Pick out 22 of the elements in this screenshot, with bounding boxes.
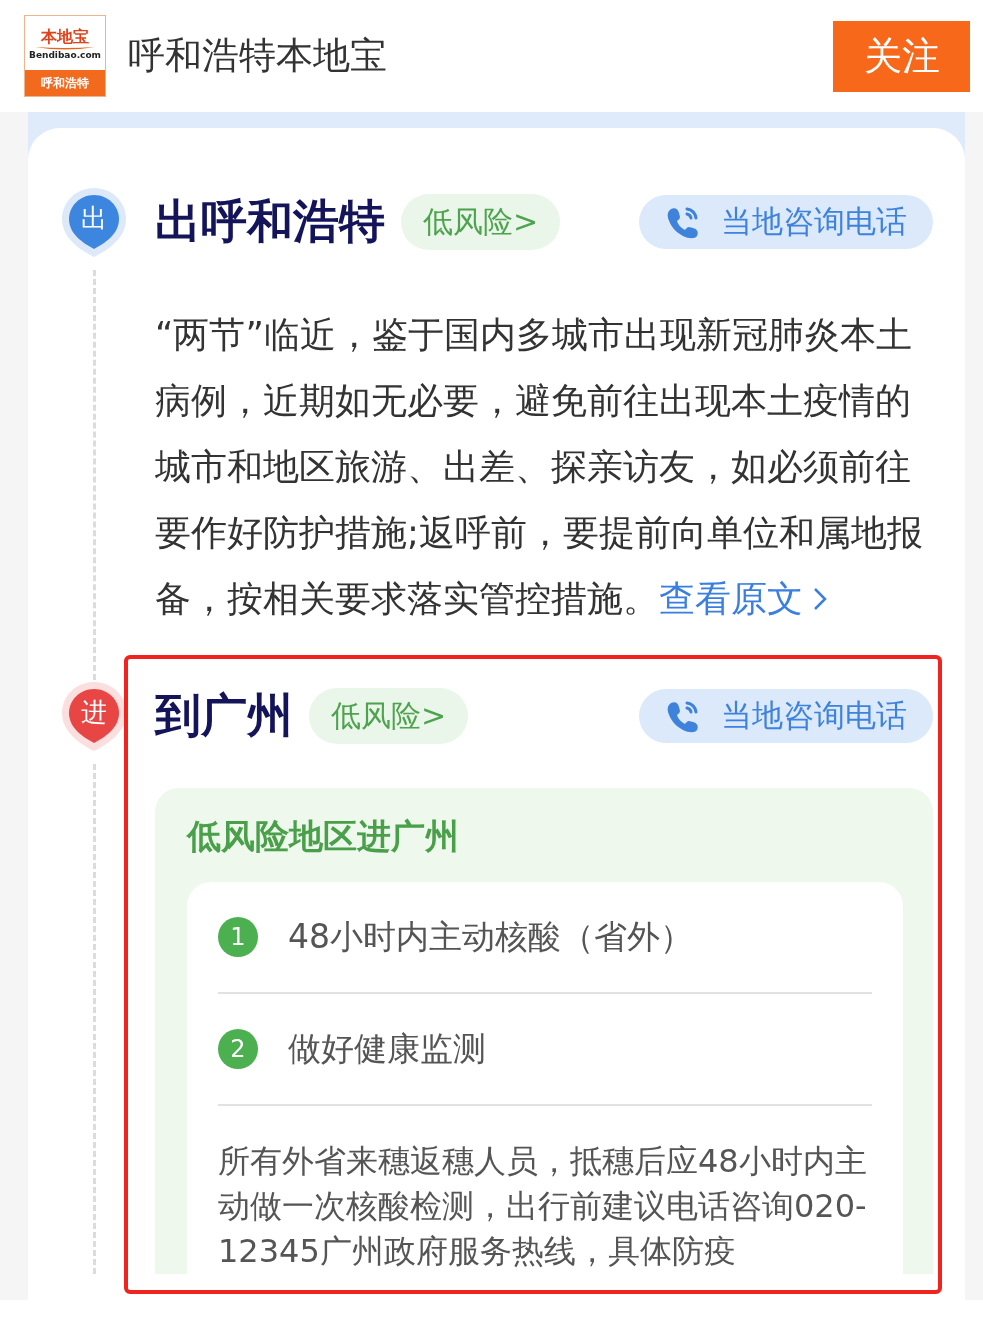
notice-text: “两节”临近，鉴于国内多城市出现新冠肺炎本土病例，近期如无必要，避免前往出现本土疫情的城市和地区旅游、出差、探亲访友，如必须前往要作好防护措施;返呼前，要提前向单位和属地报备，按相关要求落实管控措施。查看原文 <box>155 313 924 621</box>
view-original-link[interactable]: 查看原文 <box>659 578 829 619</box>
site-title: 呼和浩特本地宝 <box>128 33 388 79</box>
marker-label: 进 <box>80 696 108 729</box>
logo-name: 本地宝 <box>41 27 89 46</box>
section-title: 到广州 <box>155 687 293 744</box>
requirements-title: 低风险地区进广州 <box>187 815 460 858</box>
logo-city: 呼和浩特 <box>25 70 105 96</box>
requirement-text: 做好健康监测 <box>288 1027 486 1070</box>
step-number: 2 <box>218 1029 258 1069</box>
marker-label: 出 <box>80 202 108 235</box>
logo-domain: Bendibao.com <box>29 50 101 59</box>
note-text: 所有外省来穗返穗人员，抵穗后应48小时内主动做一次核酸检测，出行前建议电话咨询020-12345广州政府服务热线，具体防疫 <box>218 1141 868 1272</box>
risk-badge[interactable]: 低风险> <box>309 688 469 744</box>
step-number: 1 <box>218 917 258 957</box>
phone-button[interactable]: 当地咨询电话 <box>639 195 933 249</box>
follow-button[interactable]: 关注 <box>833 20 970 92</box>
location-marker-icon <box>60 186 128 258</box>
phone-button[interactable]: 当地咨询电话 <box>639 689 933 743</box>
requirement-text: 48小时内主动核酸（省外） <box>288 915 693 958</box>
section-title: 出呼和浩特 <box>155 193 385 250</box>
risk-badge[interactable]: 低风险> <box>401 194 561 250</box>
